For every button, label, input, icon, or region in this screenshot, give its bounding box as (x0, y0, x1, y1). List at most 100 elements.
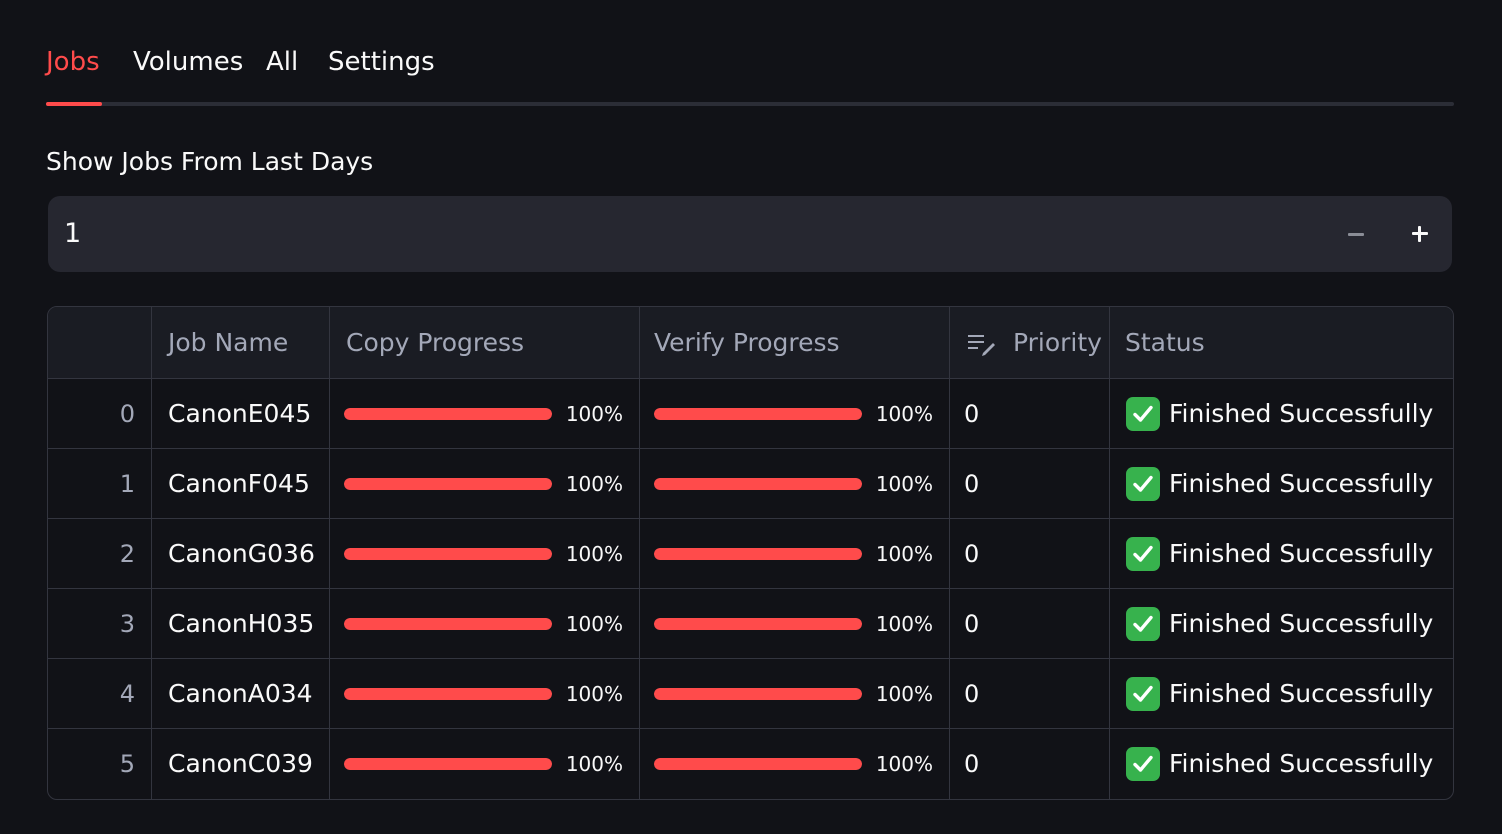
tab-volumes[interactable]: Volumes (133, 46, 243, 78)
status-cell[interactable]: Finished Successfully (1109, 519, 1453, 589)
copy-progress-cell[interactable]: 100% (329, 379, 639, 449)
job-name-cell[interactable]: CanonG036 (151, 519, 329, 589)
copy-progress-cell[interactable]: 100% (329, 729, 639, 799)
priority-value: 0 (964, 400, 980, 428)
table-row[interactable]: 2 CanonG036 100% 100% 0 Finished Successfully (48, 518, 1453, 589)
copy-progress-bar (344, 408, 552, 420)
priority-cell[interactable]: 0 (949, 519, 1109, 589)
copy-progress-bar (344, 478, 552, 490)
copy-progress-label: 100% (565, 542, 623, 566)
header-job-name[interactable]: Job Name (151, 307, 329, 378)
decrement-button[interactable] (1336, 214, 1376, 254)
header-label: Status (1125, 328, 1205, 357)
copy-progress-fill (344, 548, 552, 560)
index-cell[interactable]: 4 (48, 659, 151, 729)
table-row[interactable]: 5 CanonC039 100% 100% 0 Finished Successfully (48, 728, 1453, 799)
row-index: 2 (119, 540, 135, 568)
days-input[interactable] (64, 218, 1264, 250)
index-cell[interactable]: 0 (48, 379, 151, 449)
table-row[interactable]: 1 CanonF045 100% 100% 0 Finished Successfully (48, 448, 1453, 519)
copy-progress-bar (344, 548, 552, 560)
priority-cell[interactable]: 0 (949, 659, 1109, 729)
verify-progress-cell[interactable]: 100% (639, 729, 949, 799)
table-header-row: Job Name Copy Progress Verify Progress P… (48, 307, 1453, 378)
status-cell[interactable]: Finished Successfully (1109, 379, 1453, 449)
index-cell[interactable]: 5 (48, 729, 151, 799)
copy-progress-cell[interactable]: 100% (329, 519, 639, 589)
header-label: Copy Progress (346, 328, 525, 357)
job-name: CanonG036 (168, 539, 315, 568)
table-row[interactable]: 4 CanonA034 100% 100% 0 Finished Successfully (48, 658, 1453, 729)
verify-progress-cell[interactable]: 100% (639, 589, 949, 659)
row-index: 5 (119, 750, 135, 778)
tab-all[interactable]: All (266, 46, 298, 78)
priority-cell[interactable]: 0 (949, 729, 1109, 799)
row-index: 3 (119, 610, 135, 638)
copy-progress-cell[interactable]: 100% (329, 589, 639, 659)
copy-progress-bar (344, 618, 552, 630)
row-index: 1 (119, 470, 135, 498)
copy-progress-cell[interactable]: 100% (329, 449, 639, 519)
copy-progress-cell[interactable]: 100% (329, 659, 639, 729)
row-index: 0 (119, 400, 135, 428)
copy-progress-fill (344, 618, 552, 630)
check-mark-icon (1126, 677, 1160, 711)
copy-progress-label: 100% (565, 752, 623, 776)
priority-cell[interactable]: 0 (949, 589, 1109, 659)
copy-progress-bar (344, 758, 552, 770)
copy-progress-label: 100% (565, 682, 623, 706)
copy-progress-fill (344, 478, 552, 490)
job-name: CanonC039 (168, 749, 313, 778)
row-index: 4 (119, 680, 135, 708)
status-cell[interactable]: Finished Successfully (1109, 729, 1453, 799)
job-name-cell[interactable]: CanonF045 (151, 449, 329, 519)
index-cell[interactable]: 3 (48, 589, 151, 659)
header-copy-progress[interactable]: Copy Progress (329, 307, 639, 378)
tab-settings[interactable]: Settings (328, 46, 435, 78)
status-cell[interactable]: Finished Successfully (1109, 589, 1453, 659)
active-tab-indicator (46, 102, 102, 106)
verify-progress-cell[interactable]: 100% (639, 379, 949, 449)
header-status[interactable]: Status (1109, 307, 1453, 378)
header-priority[interactable]: Priority (949, 307, 1109, 378)
status-cell[interactable]: Finished Successfully (1109, 659, 1453, 729)
job-name-cell[interactable]: CanonA034 (151, 659, 329, 729)
status-cell[interactable]: Finished Successfully (1109, 449, 1453, 519)
header-label: Verify Progress (654, 328, 840, 357)
priority-value: 0 (964, 680, 980, 708)
verify-progress-cell[interactable]: 100% (639, 449, 949, 519)
header-label: Priority (1013, 328, 1102, 357)
verify-progress-cell[interactable]: 100% (639, 519, 949, 589)
table-row[interactable]: 3 CanonH035 100% 100% 0 Finished Successfully (48, 588, 1453, 659)
check-mark-icon (1126, 537, 1160, 571)
job-name-cell[interactable]: CanonH035 (151, 589, 329, 659)
tab-rail (46, 102, 1454, 106)
priority-value: 0 (964, 610, 980, 638)
copy-progress-label: 100% (565, 612, 623, 636)
check-mark-icon (1126, 607, 1160, 641)
verify-progress-fill (654, 408, 862, 420)
verify-progress-bar (654, 408, 862, 420)
tab-jobs[interactable]: Jobs (46, 46, 100, 78)
index-cell[interactable]: 1 (48, 449, 151, 519)
copy-progress-fill (344, 688, 552, 700)
index-cell[interactable]: 2 (48, 519, 151, 589)
job-name: CanonE045 (168, 399, 312, 428)
priority-cell[interactable]: 0 (949, 379, 1109, 449)
verify-progress-cell[interactable]: 100% (639, 659, 949, 729)
job-name-cell[interactable]: CanonC039 (151, 729, 329, 799)
jobs-table: Job Name Copy Progress Verify Progress P… (47, 306, 1454, 800)
priority-value: 0 (964, 470, 980, 498)
header-verify-progress[interactable]: Verify Progress (639, 307, 949, 378)
verify-progress-label: 100% (875, 682, 933, 706)
verify-progress-bar (654, 548, 862, 560)
job-name-cell[interactable]: CanonE045 (151, 379, 329, 449)
verify-progress-fill (654, 618, 862, 630)
copy-progress-label: 100% (565, 402, 623, 426)
table-row[interactable]: 0 CanonE045 100% 100% 0 Finished Successfully (48, 378, 1453, 449)
plus-icon (1400, 214, 1440, 254)
increment-button[interactable] (1400, 214, 1440, 254)
priority-cell[interactable]: 0 (949, 449, 1109, 519)
status-text: Finished Successfully (1169, 539, 1434, 568)
verify-progress-fill (654, 758, 862, 770)
